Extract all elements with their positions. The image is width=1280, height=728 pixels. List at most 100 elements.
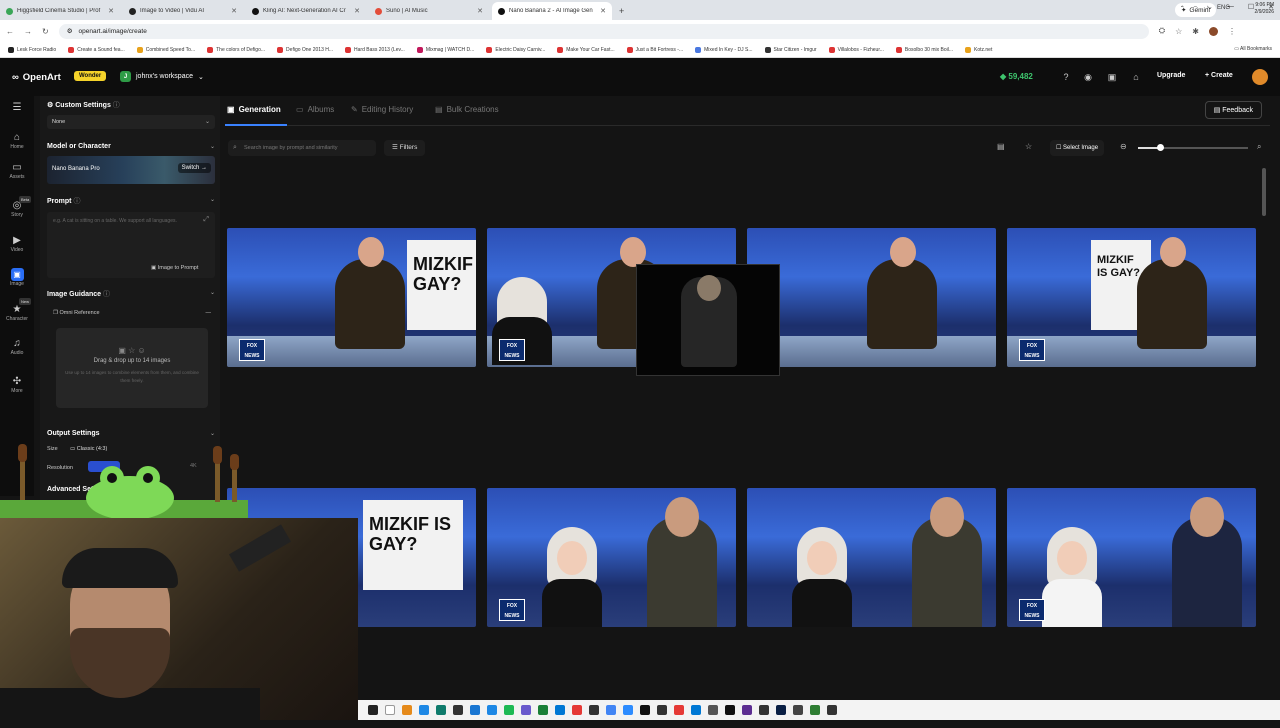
maximize-icon[interactable]: ☐: [1248, 3, 1254, 11]
taskbar-app-icon[interactable]: [521, 705, 531, 715]
image-drop-zone[interactable]: ▣ ☆ ☺ Drag & drop up to 14 images Use up…: [56, 328, 208, 408]
model-card[interactable]: Nano Banana Pro Switch →: [47, 156, 215, 184]
feedback-button[interactable]: ▤ Feedback: [1204, 101, 1262, 119]
taskbar-app-icon[interactable]: [606, 705, 616, 715]
kebab-menu-icon[interactable]: ⋮: [1228, 27, 1236, 36]
taskbar-app-icon[interactable]: [623, 705, 633, 715]
chevron-down-icon[interactable]: ⌄: [210, 430, 215, 437]
discord-icon[interactable]: ◉: [1082, 71, 1094, 83]
tab-editing-history[interactable]: ✎ Editing History: [351, 105, 413, 114]
taskbar-app-icon[interactable]: [776, 705, 786, 715]
taskbar-app-icon[interactable]: [742, 705, 752, 715]
scrollbar[interactable]: [1262, 168, 1266, 216]
workspace-switcher[interactable]: J johnx's workspace ⌄: [120, 71, 204, 82]
taskbar-app-icon[interactable]: [385, 705, 395, 715]
profile-avatar[interactable]: [1208, 26, 1218, 36]
bookmark-item[interactable]: Electric Daisy Carniv...: [486, 46, 545, 53]
rail-item-more[interactable]: ✣ More: [0, 376, 34, 394]
taskbar-app-icon[interactable]: [725, 705, 735, 715]
select-image-button[interactable]: ☐ Select Image: [1050, 140, 1105, 156]
bookmark-item[interactable]: The colors of Defigo...: [207, 46, 265, 53]
taskbar-app-icon[interactable]: [453, 705, 463, 715]
browser-tab[interactable]: Higgsfield Cinema Studio | Prof ✕: [0, 2, 120, 20]
bookmark-item[interactable]: Combined Speed To...: [136, 46, 195, 53]
openart-logo[interactable]: ∞ OpenArt: [12, 72, 61, 83]
forward-icon[interactable]: →: [24, 27, 32, 36]
rail-item-character[interactable]: ★ Character: [0, 304, 34, 322]
generated-image[interactable]: [747, 488, 996, 627]
clock[interactable]: 9:06 PM 2/9/2026: [1255, 2, 1274, 16]
volume-icon[interactable]: ♪: [1206, 5, 1209, 12]
generated-image[interactable]: [747, 228, 996, 367]
browser-tab[interactable]: Kling AI: Next-Generation AI Cr ✕: [246, 2, 366, 20]
chevron-down-icon[interactable]: ⌄: [210, 289, 215, 296]
rail-item-image[interactable]: ▣ Image: [0, 268, 34, 287]
browser-tab[interactable]: Suno | AI Music ✕: [369, 2, 489, 20]
taskbar-app-icon[interactable]: [572, 705, 582, 715]
user-avatar[interactable]: [1252, 69, 1268, 85]
taskbar-app-icon[interactable]: [589, 705, 599, 715]
layout-toggle-icon[interactable]: ▤: [997, 142, 1005, 151]
help-icon[interactable]: ?: [1060, 71, 1072, 83]
bookmark-item[interactable]: Just a Bit Fortress -...: [626, 46, 683, 53]
language-indicator[interactable]: ENG: [1217, 5, 1230, 12]
taskbar-app-icon[interactable]: [436, 705, 446, 715]
bookmark-item[interactable]: Hard Bass 2013 (Lev...: [345, 46, 405, 53]
browser-tab-active[interactable]: Nano Banana 2 - AI Image Gen ✕: [492, 2, 612, 20]
zoom-in-icon[interactable]: ⌕: [1257, 142, 1261, 152]
bookmark-item[interactable]: Mixed In Key - DJ S...: [695, 46, 753, 53]
close-icon[interactable]: ✕: [354, 7, 360, 15]
zoom-out-icon[interactable]: ⊖: [1120, 142, 1127, 151]
url-field[interactable]: ⚙ openart.ai/image/create: [58, 23, 1149, 39]
taskbar-app-icon[interactable]: [487, 705, 497, 715]
rail-item-assets[interactable]: ▭ Assets: [0, 162, 34, 180]
switch-model-button[interactable]: Switch →: [177, 163, 211, 173]
browser-tab[interactable]: Image to Video | Vidu AI ✕: [123, 2, 243, 20]
chevron-down-icon[interactable]: ⌄: [210, 196, 215, 203]
bookmark-item[interactable]: Kotz.net: [965, 46, 992, 53]
bookmark-item[interactable]: Star Citizen - Imgur: [764, 46, 817, 53]
credits-counter[interactable]: ◆ 59,482: [1000, 72, 1033, 81]
bookmark-item[interactable]: Lesk Force Radio: [8, 46, 56, 53]
taskbar-app-icon[interactable]: [538, 705, 548, 715]
close-icon[interactable]: ✕: [600, 7, 606, 15]
taskbar-app-icon[interactable]: [708, 705, 718, 715]
chevron-up-icon[interactable]: ⌃: [1180, 5, 1185, 12]
taskbar-app-icon[interactable]: [555, 705, 565, 715]
all-bookmarks-button[interactable]: ▭ All Bookmarks: [1234, 46, 1272, 52]
tab-bulk-creations[interactable]: ▤ Bulk Creations: [435, 105, 499, 114]
custom-settings-select[interactable]: None ⌄: [47, 115, 215, 129]
taskbar-app-icon[interactable]: [504, 705, 514, 715]
taskbar-app-icon[interactable]: [759, 705, 769, 715]
taskbar-app-icon[interactable]: [640, 705, 650, 715]
extension-icon[interactable]: ⛭: [1159, 26, 1165, 36]
tab-generation[interactable]: ▣ Generation: [227, 105, 281, 114]
taskbar-app-icon[interactable]: [419, 705, 429, 715]
gift-icon[interactable]: ⌂: [1130, 71, 1142, 83]
bookmark-item[interactable]: Mixmag | WATCH D...: [416, 46, 474, 53]
wifi-icon[interactable]: ◠: [1193, 5, 1198, 12]
taskbar-app-icon[interactable]: [657, 705, 667, 715]
taskbar-app-icon[interactable]: [674, 705, 684, 715]
favorite-star-icon[interactable]: ☆: [1025, 142, 1032, 151]
bookmark-item[interactable]: Create a Sound fea...: [68, 46, 125, 53]
rail-item-video[interactable]: ▶ Video: [0, 235, 34, 253]
omni-reference-row[interactable]: ❐ Omni Reference —: [47, 306, 215, 320]
taskbar-app-icon[interactable]: [691, 705, 701, 715]
bookmark-item[interactable]: Villalobos - Fizheur...: [828, 46, 884, 53]
site-info-icon[interactable]: ⚙: [67, 27, 73, 35]
generated-image[interactable]: MIZKIF IS GAY? FOX NEWS: [1007, 228, 1256, 367]
close-icon[interactable]: ✕: [108, 7, 114, 15]
taskbar-app-icon[interactable]: [402, 705, 412, 715]
rail-item-home[interactable]: ⌂ Home: [0, 132, 34, 150]
zoom-slider[interactable]: [1138, 144, 1248, 151]
taskbar-app-icon[interactable]: [368, 705, 378, 715]
zoom-slider-handle[interactable]: [1157, 144, 1164, 151]
collapse-icon[interactable]: —: [206, 306, 212, 320]
image-search-input[interactable]: ⌕ Search image by prompt and similarity: [228, 140, 376, 156]
generated-image[interactable]: FOX NEWS: [1007, 488, 1256, 627]
taskbar-app-icon[interactable]: [793, 705, 803, 715]
bookmark-star-icon[interactable]: ☆: [1175, 27, 1182, 36]
rail-item-audio[interactable]: ♫ Audio: [0, 338, 34, 356]
image-to-prompt-button[interactable]: ▣ Image to Prompt: [151, 265, 198, 271]
